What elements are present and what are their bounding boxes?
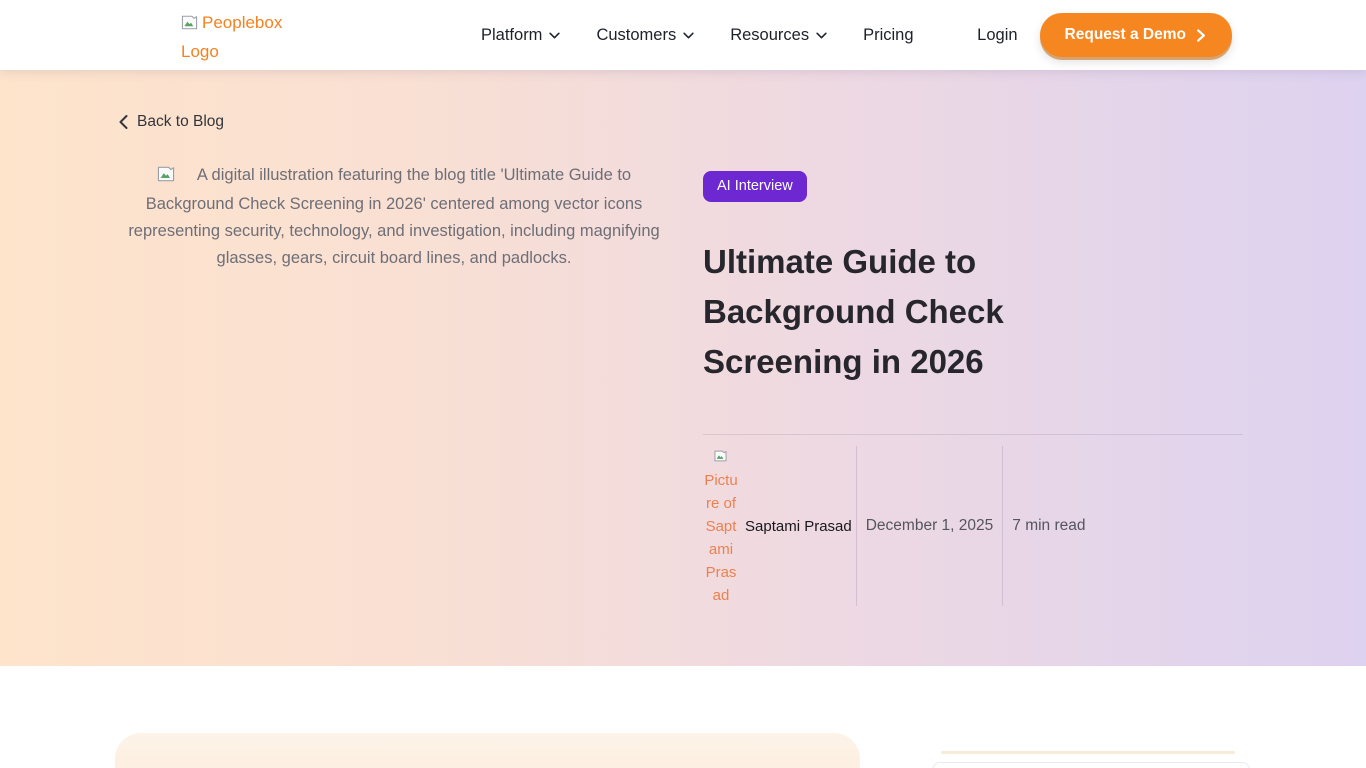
nav-right-group: Login Request a Demo [977,0,1232,70]
chevron-right-icon [1195,29,1207,42]
nav-item-label: Customers [596,26,676,45]
login-link[interactable]: Login [977,26,1017,45]
sidebar-card [932,762,1250,768]
nav-item-resources[interactable]: Resources [730,26,827,45]
nav-item-platform[interactable]: Platform [481,26,560,45]
chevron-down-icon [549,32,560,39]
broken-image-icon [714,446,727,469]
vertical-divider [856,446,857,606]
nav-item-label: Platform [481,26,542,45]
nav-item-label: Pricing [863,26,913,45]
article-header-column: AI Interview Ultimate Guide to Backgroun… [703,160,1243,607]
hero-columns: A digital illustration featuring the blo… [118,160,1243,607]
chevron-down-icon [683,32,694,39]
request-demo-button[interactable]: Request a Demo [1040,13,1232,57]
broken-image-icon [157,164,175,191]
category-badge[interactable]: AI Interview [703,171,807,202]
article-body-section [0,666,1366,768]
meta-divider [703,434,1243,435]
nav-item-label: Resources [730,26,809,45]
nav-item-customers[interactable]: Customers [596,26,694,45]
featured-image-column: A digital illustration featuring the blo… [118,160,670,607]
chevron-left-icon [119,115,128,129]
sidebar-card-accent [941,751,1235,754]
blog-post-page: Peoplebox Logo Platform Customers Resour… [0,0,1366,768]
author-avatar-broken[interactable]: Picture of Saptami Prasad [703,445,739,607]
main-nav: Platform Customers Resources Pricing [481,0,914,70]
article-summary-card [115,733,860,768]
author-avatar-alt-text: Picture of Saptami Prasad [704,472,737,604]
article-title: Ultimate Guide to Background Check Scree… [703,237,1061,387]
back-to-blog-label: Back to Blog [137,113,224,131]
chevron-down-icon [816,32,827,39]
request-demo-label: Request a Demo [1065,26,1186,44]
back-to-blog-link[interactable]: Back to Blog [119,113,224,131]
featured-image-alt-text: A digital illustration featuring the blo… [128,166,659,267]
read-time: 7 min read [1012,517,1085,535]
broken-image-icon [181,11,198,38]
publish-date: December 1, 2025 [866,517,994,535]
navbar: Peoplebox Logo Platform Customers Resour… [0,0,1366,70]
author-meta-row: Picture of Saptami Prasad Saptami Prasad… [703,445,1243,607]
vertical-divider [1002,446,1003,606]
author-name[interactable]: Saptami Prasad [745,518,852,535]
logo-broken-image[interactable]: Peoplebox Logo [181,9,291,65]
nav-item-pricing[interactable]: Pricing [863,26,913,45]
featured-image-broken: A digital illustration featuring the blo… [118,160,670,272]
article-hero-section: Back to Blog A digital illustration feat… [0,70,1366,666]
